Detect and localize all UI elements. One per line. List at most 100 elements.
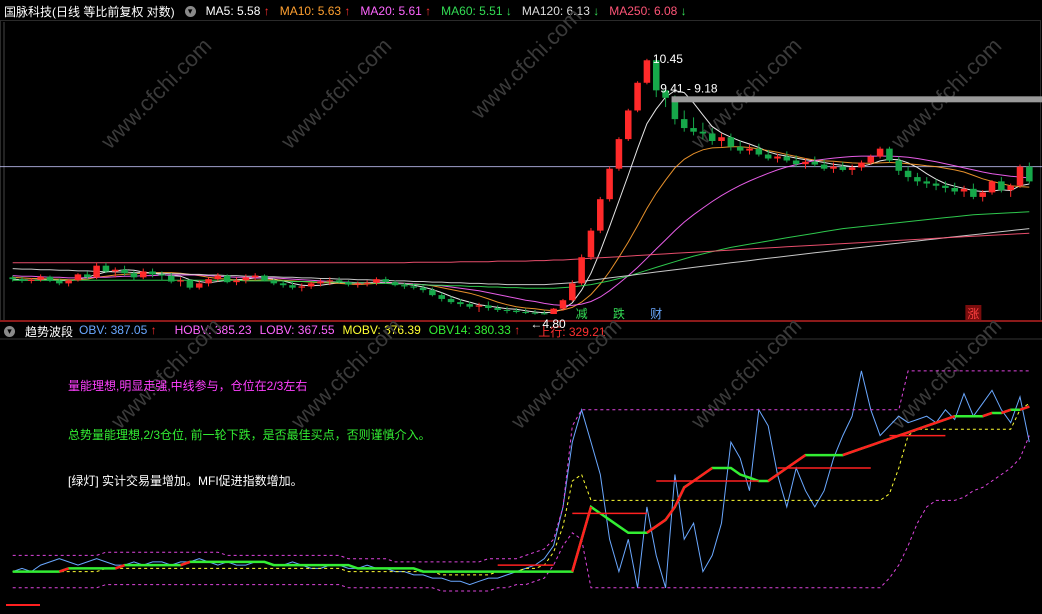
candle-body — [307, 283, 315, 287]
candle-body — [904, 170, 912, 178]
candle-body — [746, 148, 753, 151]
candle-body — [503, 310, 511, 312]
candle-body — [830, 166, 837, 169]
candle-body — [251, 275, 259, 278]
candle-body — [569, 283, 576, 301]
watermark: www.cfchi.com — [465, 3, 586, 124]
candle-body — [736, 146, 744, 151]
candle-body — [531, 312, 539, 314]
ma-line-ma20 — [12, 155, 1030, 306]
candle-body — [93, 265, 100, 278]
obv14-rising-segment — [692, 473, 704, 483]
candle-body — [587, 230, 595, 258]
candle-body — [718, 137, 725, 141]
candle-body — [494, 308, 501, 311]
candle-body — [391, 282, 399, 286]
chart-canvas: www.cfchi.com www.cfchi.com www.cfchi.com w… — [0, 3, 1042, 606]
candle-body — [643, 60, 651, 83]
candle-body — [886, 148, 893, 161]
candle-body — [876, 148, 884, 157]
candle-body — [475, 305, 483, 307]
ma-line-ma120 — [12, 228, 1030, 286]
candle-body — [121, 269, 128, 274]
obv14-rising-segment — [664, 506, 676, 521]
candle-body — [158, 274, 166, 276]
candle-body — [317, 281, 324, 284]
candle-body — [699, 131, 707, 134]
obv14-rising-segment — [655, 518, 667, 528]
watermark: www.cfchi.com — [105, 313, 226, 434]
candle-body — [597, 199, 604, 231]
ma-line-ma60 — [12, 211, 1030, 289]
candle-body — [177, 280, 184, 282]
watermark: www.cfchi.com — [95, 33, 216, 154]
ma-line-ma5 — [12, 90, 1030, 314]
obv14-rising-segment — [982, 411, 993, 418]
candle-body — [615, 139, 623, 169]
candle-body — [205, 279, 212, 284]
price-range-band — [671, 96, 1042, 103]
candle-body — [923, 181, 931, 184]
candle-body — [382, 279, 390, 283]
candle-body — [485, 305, 492, 309]
obv14-rising-segment — [114, 563, 126, 570]
candle-body — [363, 282, 371, 284]
candle-body — [634, 82, 641, 111]
watermark: www.cfchi.com — [685, 313, 806, 434]
candle-body — [130, 273, 138, 278]
candle-body — [279, 283, 287, 286]
event-marker: 跌 — [613, 306, 625, 321]
candle-body — [764, 154, 772, 159]
candle-body — [802, 161, 809, 165]
candle-body — [354, 283, 362, 285]
obv14-rising-segment — [851, 447, 862, 454]
candle-body — [1007, 185, 1014, 191]
candle-body — [149, 271, 156, 275]
note-2: 总势量能理想,2/3仓位, 前一轮下跌，是否最佳买点，否则谨慎介入。 — [68, 428, 431, 442]
candle-body — [811, 161, 819, 165]
candle-body — [9, 277, 16, 280]
candle-body — [326, 280, 334, 282]
candle-body — [111, 269, 119, 272]
candle-body — [214, 275, 222, 280]
low-price-label: ←4.80 — [530, 317, 566, 331]
candle-body — [951, 187, 958, 192]
range-price-label: 9.41 - 9.18 — [660, 81, 718, 95]
obv14-rising-segment — [1000, 408, 1012, 415]
candle-body — [513, 310, 520, 312]
candle-body — [56, 280, 63, 284]
candle-body — [270, 280, 278, 284]
candle-body — [429, 290, 436, 296]
candle-body — [680, 119, 688, 129]
obv14-rising-segment — [935, 418, 946, 424]
candle-body — [988, 181, 996, 193]
candle-body — [223, 275, 231, 283]
candle-body — [139, 271, 147, 278]
obv14-rising-segment — [702, 466, 713, 476]
candle-body — [578, 257, 585, 284]
obv14-rising-segment — [795, 454, 807, 463]
candle-body — [1026, 166, 1033, 182]
obv14-rising-segment — [907, 427, 918, 434]
candle-body — [167, 275, 175, 282]
candle-body — [438, 295, 445, 299]
candle-body — [839, 166, 847, 170]
ma-line-ma250 — [12, 232, 1030, 264]
candle-body — [261, 275, 268, 281]
event-marker: 减 — [576, 307, 588, 321]
watermark: www.cfchi.com — [285, 313, 406, 434]
candle-body — [755, 148, 763, 155]
candle-body — [242, 277, 250, 281]
candle-body — [914, 177, 921, 182]
candle-body — [559, 300, 567, 309]
obv14-rising-segment — [926, 421, 937, 428]
candle-body — [960, 188, 968, 192]
obv14-rising-segment — [870, 440, 881, 447]
obv-line-lobv — [12, 435, 1030, 592]
obv14-rising-segment — [786, 460, 797, 470]
candle-body — [783, 156, 791, 161]
candle-body — [373, 279, 380, 283]
candle-body — [606, 168, 613, 200]
ma-line-ma10 — [12, 146, 1030, 312]
obv14-rising-segment — [767, 473, 779, 483]
